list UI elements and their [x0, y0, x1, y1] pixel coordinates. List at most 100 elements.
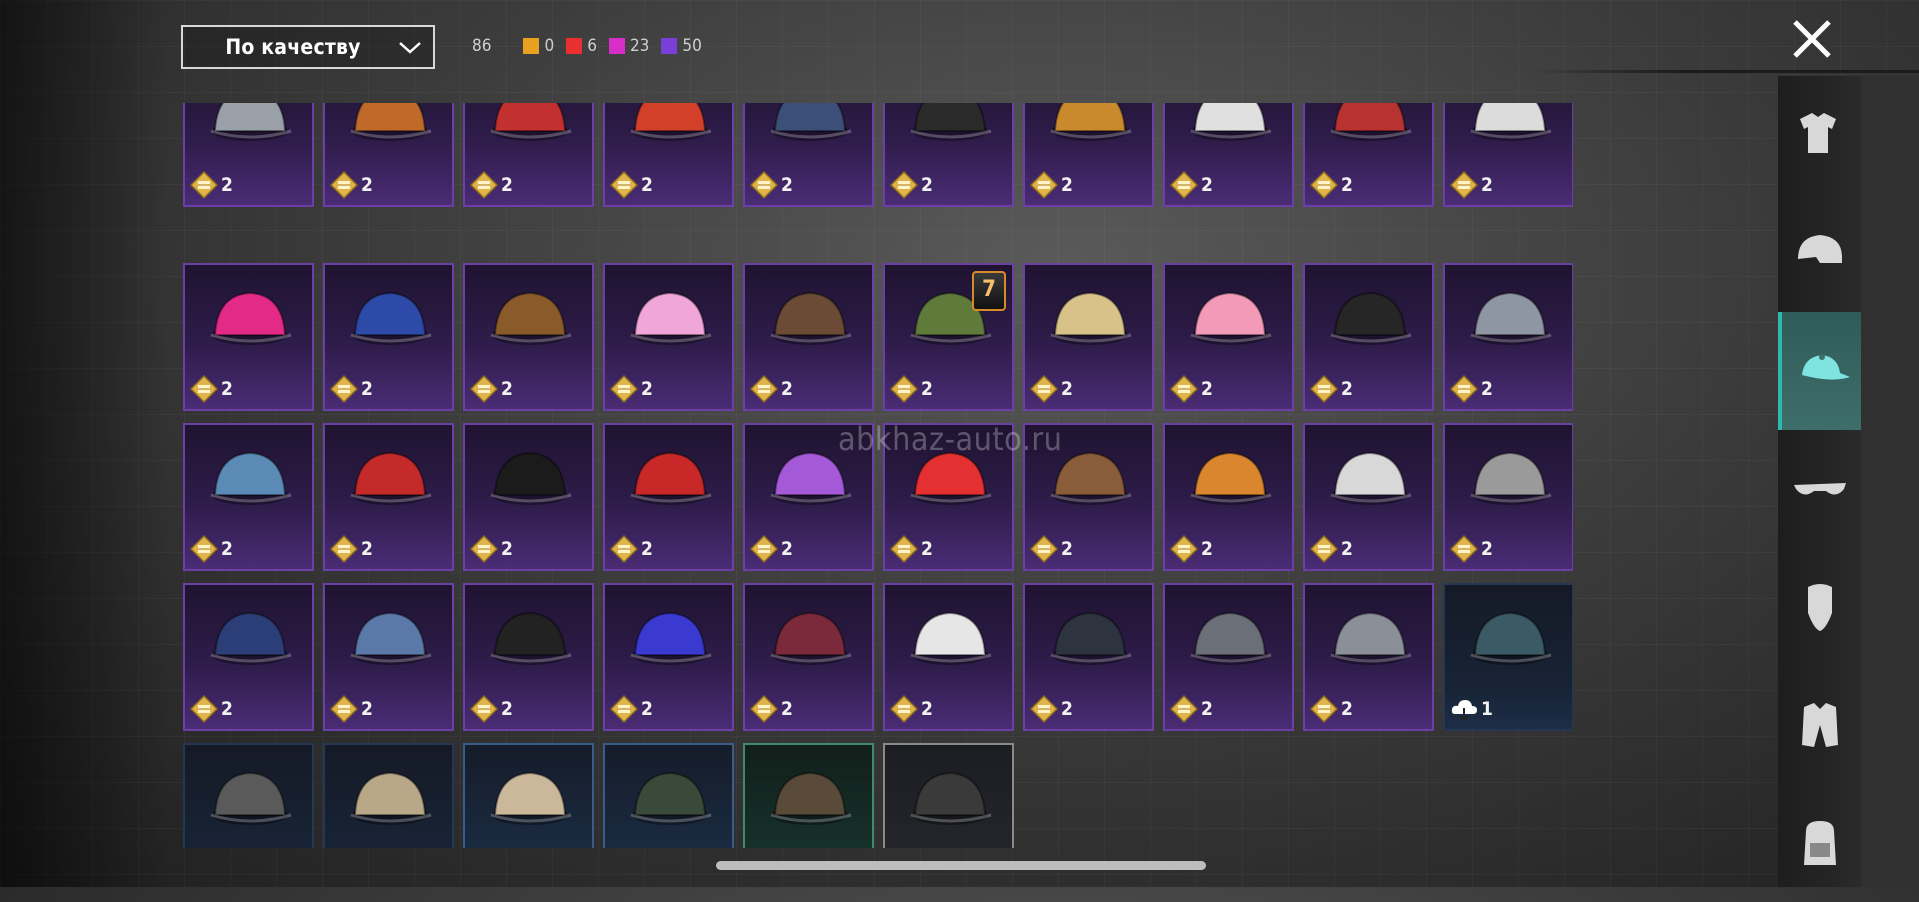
item-cost: 2 — [1309, 170, 1353, 200]
item-black-beanie-image — [1330, 291, 1412, 345]
item-card-black-top-hat[interactable]: 2 — [463, 423, 594, 571]
coupon-icon — [749, 694, 779, 724]
item-card-blue-trucker-cap[interactable]: 2 — [603, 583, 734, 731]
item-card-black-beanie[interactable]: 2 — [1303, 263, 1434, 411]
item-card-dark-gray-beanie[interactable]: 1 — [883, 743, 1014, 848]
item-card-pilot-helmet[interactable]: 27 — [883, 263, 1014, 411]
item-cost: 2 — [609, 694, 653, 724]
item-card-tan-red-cap[interactable]: 1 — [323, 743, 454, 848]
coupon-icon — [749, 170, 779, 200]
item-card-clown-mask[interactable]: 2 — [1303, 103, 1434, 207]
chevron-down-icon — [399, 42, 421, 54]
item-cost: 2 — [889, 694, 933, 724]
coupon-icon — [1309, 534, 1339, 564]
item-card-white-headwrap[interactable]: 2 — [1443, 103, 1573, 207]
legend-rare: 50 — [661, 36, 702, 56]
item-cost: 2 — [1309, 374, 1353, 404]
item-card-shark-hat[interactable]: 2 — [183, 423, 314, 571]
item-card-navy-baseball-cap[interactable]: 2 — [743, 103, 874, 207]
item-card-burger-hat[interactable]: 2 — [1163, 423, 1294, 571]
backpack-icon — [1803, 821, 1836, 865]
item-card-teal-beret[interactable]: 1 — [1443, 583, 1573, 731]
coupon-icon — [189, 694, 219, 724]
helmet-icon — [1797, 235, 1842, 263]
item-count: 2 — [501, 698, 513, 720]
item-card-silver-luchador-mask[interactable]: 2 — [1443, 263, 1573, 411]
sidebar-tab-clothing-set[interactable] — [1778, 76, 1861, 194]
sidebar-tab-jacket[interactable] — [1778, 666, 1861, 784]
item-camo-bucket-hat-image — [1330, 611, 1412, 665]
item-cost: 2 — [1029, 170, 1073, 200]
item-count: 2 — [501, 378, 513, 400]
item-card-black-gold-cap[interactable]: 2 — [463, 583, 594, 731]
item-card-gas-mask-helmet[interactable]: 2 — [883, 103, 1014, 207]
coupon-icon — [749, 374, 779, 404]
item-card-tan-blue-cap[interactable]: 1 — [463, 743, 594, 848]
horizontal-scrollbar[interactable] — [716, 861, 1206, 870]
face-mask-icon — [1807, 584, 1832, 631]
item-card-pilot-captain-cap[interactable]: 2 — [183, 583, 314, 731]
item-card-red-fedora[interactable]: 2 — [603, 423, 734, 571]
item-card-gas-mask-chef-hat[interactable]: 2 — [183, 103, 314, 207]
item-card-officer-caps-with-hair[interactable]: 2 — [463, 263, 594, 411]
item-count: 2 — [1061, 378, 1073, 400]
sidebar-tab-backpack[interactable] — [1778, 784, 1861, 902]
item-card-blue-sailor-cap[interactable]: 2 — [323, 583, 454, 731]
item-cost: 2 — [329, 374, 373, 404]
item-card-maroon-fedora[interactable]: 2 — [743, 583, 874, 731]
close-icon[interactable] — [1787, 14, 1837, 64]
sidebar-tab-face-mask[interactable] — [1778, 548, 1861, 666]
item-card-camo-headset-cap[interactable]: 1 — [603, 743, 734, 848]
item-cost: 2 — [1169, 534, 1213, 564]
item-count: 2 — [501, 174, 513, 196]
coupon-icon — [609, 534, 639, 564]
item-cost: 2 — [1449, 170, 1493, 200]
item-cost: 2 — [1169, 170, 1213, 200]
item-card-red-beret[interactable]: 2 — [323, 423, 454, 571]
item-card-jester-mask[interactable]: 2 — [1023, 263, 1154, 411]
item-card-barrel-backpack[interactable]: 2 — [323, 103, 454, 207]
sort-dropdown[interactable]: По качеству — [181, 25, 435, 69]
sidebar-tab-cap[interactable] — [1778, 312, 1861, 430]
legend-legendary: 0 — [523, 36, 554, 56]
item-card-brown-cowboy-hat[interactable]: 2 — [743, 263, 874, 411]
item-card-cat-ear-headphones[interactable]: 2 — [603, 263, 734, 411]
item-card-plaid-bandana[interactable]: 2 — [883, 583, 1014, 731]
sidebar-tab-glasses[interactable] — [1778, 430, 1861, 548]
coupon-icon — [889, 170, 919, 200]
sidebar-tab-helmet[interactable] — [1778, 194, 1861, 312]
item-cost: 2 — [1309, 694, 1353, 724]
item-count: 2 — [1341, 538, 1353, 560]
item-card-mustard-beanie[interactable]: 2 — [1023, 103, 1154, 207]
coupon-icon — [1029, 534, 1059, 564]
coupon-icon — [1029, 170, 1059, 200]
item-card-blue-bird-beanie[interactable]: 2 — [323, 263, 454, 411]
item-card-pink-black-cap[interactable]: 2 — [183, 263, 314, 411]
item-cost: 2 — [1029, 534, 1073, 564]
coupon-icon — [189, 374, 219, 404]
item-count: 2 — [1481, 538, 1493, 560]
item-card-cake-hat[interactable]: 2 — [1163, 263, 1294, 411]
item-count: 2 — [1341, 174, 1353, 196]
item-cost: 2 — [609, 170, 653, 200]
item-pilot-captain-cap-image — [210, 611, 292, 665]
item-card-camo-bucket-hat[interactable]: 2 — [1303, 583, 1434, 731]
left-shade — [0, 0, 170, 887]
item-black-gold-cap-image — [490, 611, 572, 665]
item-card-cyber-mask-hair[interactable]: 2 — [603, 103, 734, 207]
item-cost: 2 — [889, 170, 933, 200]
item-card-gray-flat-cap[interactable]: 1 — [183, 743, 314, 848]
legendary-count: 0 — [544, 36, 555, 56]
item-card-football-helmet[interactable]: 2 — [463, 103, 594, 207]
jacket-icon — [1801, 703, 1838, 747]
item-red-beret-image — [350, 451, 432, 505]
coupon-icon — [889, 694, 919, 724]
item-count: 2 — [921, 698, 933, 720]
coupon-icon — [1029, 374, 1059, 404]
item-card-black-bucket-hat[interactable]: 2 — [1023, 583, 1154, 731]
item-card-head-mirror[interactable]: 2 — [1303, 423, 1434, 571]
item-card-bandana-strap[interactable]: 2 — [1443, 423, 1573, 571]
item-card-red-white-headband[interactable]: 2 — [1163, 103, 1294, 207]
item-card-aviator-goggles-cap[interactable]: 2 — [1163, 583, 1294, 731]
item-card-flag-patrol-cap[interactable]: 1 — [743, 743, 874, 848]
